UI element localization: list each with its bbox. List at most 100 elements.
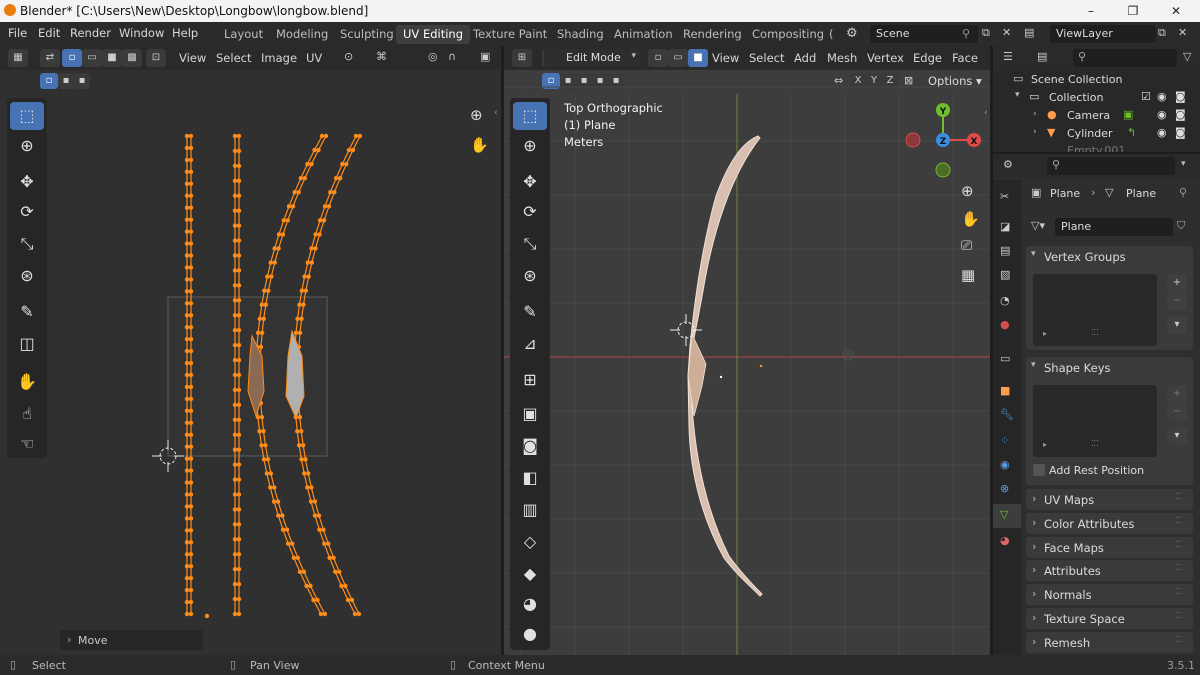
camera-render-icon[interactable]: ◙: [1175, 108, 1186, 121]
delete-viewlayer-icon[interactable]: ✕: [1178, 26, 1187, 39]
vertex-groups-list[interactable]: ▸ ⁚⁚⁚: [1033, 274, 1157, 346]
collection-camera-icon[interactable]: ◙: [1175, 90, 1186, 103]
pin-icon[interactable]: ⚲: [962, 27, 970, 40]
tool-tab-icon[interactable]: ✂: [1000, 190, 1009, 203]
expand-collection-icon[interactable]: ▾: [1015, 90, 1020, 100]
menu-render[interactable]: Render: [70, 26, 111, 40]
view-layer-tab-icon[interactable]: ▧: [1000, 268, 1010, 281]
vp-add-cube-tool-icon[interactable]: ⊞: [513, 366, 547, 394]
vp-scale-tool-icon[interactable]: ⤡: [513, 230, 547, 258]
outliner-item-cylinder[interactable]: Cylinder: [1067, 127, 1113, 140]
minimize-button[interactable]: –: [1070, 0, 1112, 22]
vp-annotate-tool-icon[interactable]: ✎: [513, 298, 547, 326]
collapsed-panel[interactable]: › Normals ⁚⁚: [1026, 584, 1193, 606]
outliner-item-empty[interactable]: Empty.001: [1067, 145, 1125, 152]
uv-editor[interactable]: ▦ ⇄ ▫ ▭ ■ ▩ ⊡ View Select Image UV ⊙ ⌘ ◎…: [0, 46, 501, 655]
vp-knife-tool-icon[interactable]: ◇: [513, 528, 547, 556]
vp-spin-tool-icon[interactable]: ◕: [513, 590, 547, 618]
list-resize-icon[interactable]: ▸: [1043, 329, 1047, 338]
panel-grip-icon[interactable]: ⁚⁚: [1176, 540, 1181, 549]
tab-texture-paint[interactable]: Texture Paint: [466, 25, 554, 44]
pin-breadcrumb-icon[interactable]: ⚲: [1179, 186, 1187, 199]
3d-viewport[interactable]: ⊞ ▱ Edit Mode ▾ ▫ ▭ ■ View Select Add Me…: [504, 46, 990, 655]
modifier-tab-icon[interactable]: 🔧︎: [1000, 408, 1014, 421]
scene-collection-label[interactable]: Scene Collection: [1031, 73, 1122, 86]
physics-tab-icon[interactable]: ◉: [1000, 458, 1010, 471]
properties-editor[interactable]: ⚙ ⚲ ▾ ✂ ◪ ▤ ▧ ◔ ● ▭ ■ 🔧︎ ⁘ ◉ ⊗ ▽ ◕ ▣ Pla…: [993, 154, 1200, 655]
new-viewlayer-icon[interactable]: ⧉: [1158, 26, 1166, 40]
list-grip-icon[interactable]: ⁚⁚⁚: [1091, 328, 1099, 337]
vp-rotate-tool-icon[interactable]: ⟳: [513, 198, 547, 226]
shape-key-specials-button[interactable]: ▾: [1167, 427, 1187, 445]
vp-transform-tool-icon[interactable]: ⊛: [513, 262, 547, 290]
tab-uv-editing[interactable]: UV Editing: [396, 25, 470, 44]
fake-user-icon[interactable]: ⛉: [1177, 219, 1185, 233]
tab-compositing[interactable]: Compositing: [745, 25, 831, 44]
shape-list-resize-icon[interactable]: ▸: [1043, 440, 1047, 449]
delete-scene-icon[interactable]: ✕: [1002, 26, 1011, 39]
tab-layout[interactable]: Layout: [217, 25, 270, 44]
vertex-groups-chevron-icon[interactable]: ▾: [1031, 249, 1036, 259]
vp-extrude-tool-icon[interactable]: ▣: [513, 400, 547, 428]
viewlayer-field[interactable]: ViewLayer: [1050, 25, 1156, 43]
tab-shading[interactable]: Shading: [550, 25, 611, 44]
vertex-group-specials-button[interactable]: ▾: [1167, 316, 1187, 334]
mesh-name-field[interactable]: Plane: [1055, 218, 1173, 236]
add-vertex-group-button[interactable]: +: [1167, 274, 1187, 292]
collapsed-panel[interactable]: › Color Attributes ⁚⁚: [1026, 512, 1193, 534]
menu-help[interactable]: Help: [172, 26, 198, 40]
tab-rendering[interactable]: Rendering: [676, 25, 749, 44]
properties-options-icon[interactable]: ▾: [1181, 159, 1186, 169]
new-scene-icon[interactable]: ⧉: [982, 26, 990, 40]
collapsed-panel[interactable]: › Remesh ⁚⁚: [1026, 631, 1193, 653]
outliner-item-camera[interactable]: Camera: [1067, 109, 1110, 122]
mesh-data-tab-icon[interactable]: ▽: [1000, 508, 1008, 521]
camera-view-icon[interactable]: ⎚: [961, 238, 972, 254]
shape-list-grip-icon[interactable]: ⁚⁚⁚: [1091, 439, 1099, 448]
menu-edit[interactable]: Edit: [38, 26, 60, 40]
expand-camera-icon[interactable]: ›: [1033, 109, 1037, 119]
scene-tab-icon[interactable]: ◔: [1000, 294, 1010, 307]
vp-pan-hand-icon[interactable]: ✋: [961, 210, 980, 228]
world-tab-icon[interactable]: ●: [1000, 318, 1010, 331]
outliner-item-collection[interactable]: Collection: [1049, 91, 1103, 104]
shape-keys-title[interactable]: Shape Keys: [1044, 361, 1111, 375]
panel-grip-icon[interactable]: ⁚⁚: [1176, 635, 1181, 644]
close-button[interactable]: ✕: [1155, 0, 1197, 22]
panel-grip-icon[interactable]: ⁚⁚: [1176, 587, 1181, 596]
vp-inset-tool-icon[interactable]: ◙: [513, 432, 547, 460]
collapsed-panel[interactable]: › UV Maps ⁚⁚: [1026, 489, 1193, 510]
panel-grip-icon[interactable]: ⁚⁚: [1176, 492, 1181, 501]
last-operator-panel[interactable]: › Move: [60, 630, 203, 650]
panel-grip-icon[interactable]: ⁚⁚: [1176, 611, 1181, 620]
viewlayer-icon[interactable]: ▤: [1024, 26, 1034, 39]
vp-cursor-tool-icon[interactable]: ⊕: [513, 132, 547, 160]
ortho-grid-icon[interactable]: ▦: [961, 266, 975, 284]
menu-file[interactable]: File: [8, 26, 27, 40]
shape-keys-list[interactable]: ▸ ⁚⁚⁚: [1033, 385, 1157, 457]
output-tab-icon[interactable]: ▤: [1000, 244, 1010, 257]
collapsed-panel[interactable]: › Texture Space ⁚⁚: [1026, 608, 1193, 629]
add-shape-key-button[interactable]: +: [1167, 385, 1187, 403]
filter-icon[interactable]: ▽: [1183, 50, 1191, 63]
collection-check-icon[interactable]: ☑: [1141, 90, 1151, 103]
uv-canvas[interactable]: [0, 46, 501, 655]
collapsed-panel[interactable]: › Face Maps ⁚⁚: [1026, 536, 1193, 558]
panel-grip-icon[interactable]: ⁚⁚: [1176, 563, 1181, 572]
collection-tab-icon[interactable]: ▭: [1000, 352, 1010, 365]
camera-eye-icon[interactable]: ◉: [1157, 108, 1167, 121]
vp-move-tool-icon[interactable]: ✥: [513, 168, 547, 196]
vp-bevel-tool-icon[interactable]: ◧: [513, 464, 547, 492]
tab-animation[interactable]: Animation: [607, 25, 680, 44]
mesh-datablock-icon[interactable]: ▽▾: [1031, 219, 1045, 232]
outliner[interactable]: ☰ ▤ ⚲ ▽ ▭ Scene Collection ▾ ▭ Collectio…: [993, 46, 1200, 152]
material-tab-icon[interactable]: ◕: [1000, 534, 1010, 547]
properties-search-field[interactable]: ⚲: [1047, 157, 1175, 175]
vp-poly-build-tool-icon[interactable]: ◆: [513, 560, 547, 588]
collection-eye-icon[interactable]: ◉: [1157, 90, 1167, 103]
object-tab-icon[interactable]: ■: [1000, 384, 1010, 397]
remove-shape-key-button[interactable]: −: [1167, 403, 1187, 421]
constraints-tab-icon[interactable]: ⊗: [1000, 482, 1009, 495]
collapsed-panel[interactable]: › Attributes ⁚⁚: [1026, 560, 1193, 582]
outliner-search-field[interactable]: ⚲: [1073, 49, 1177, 67]
